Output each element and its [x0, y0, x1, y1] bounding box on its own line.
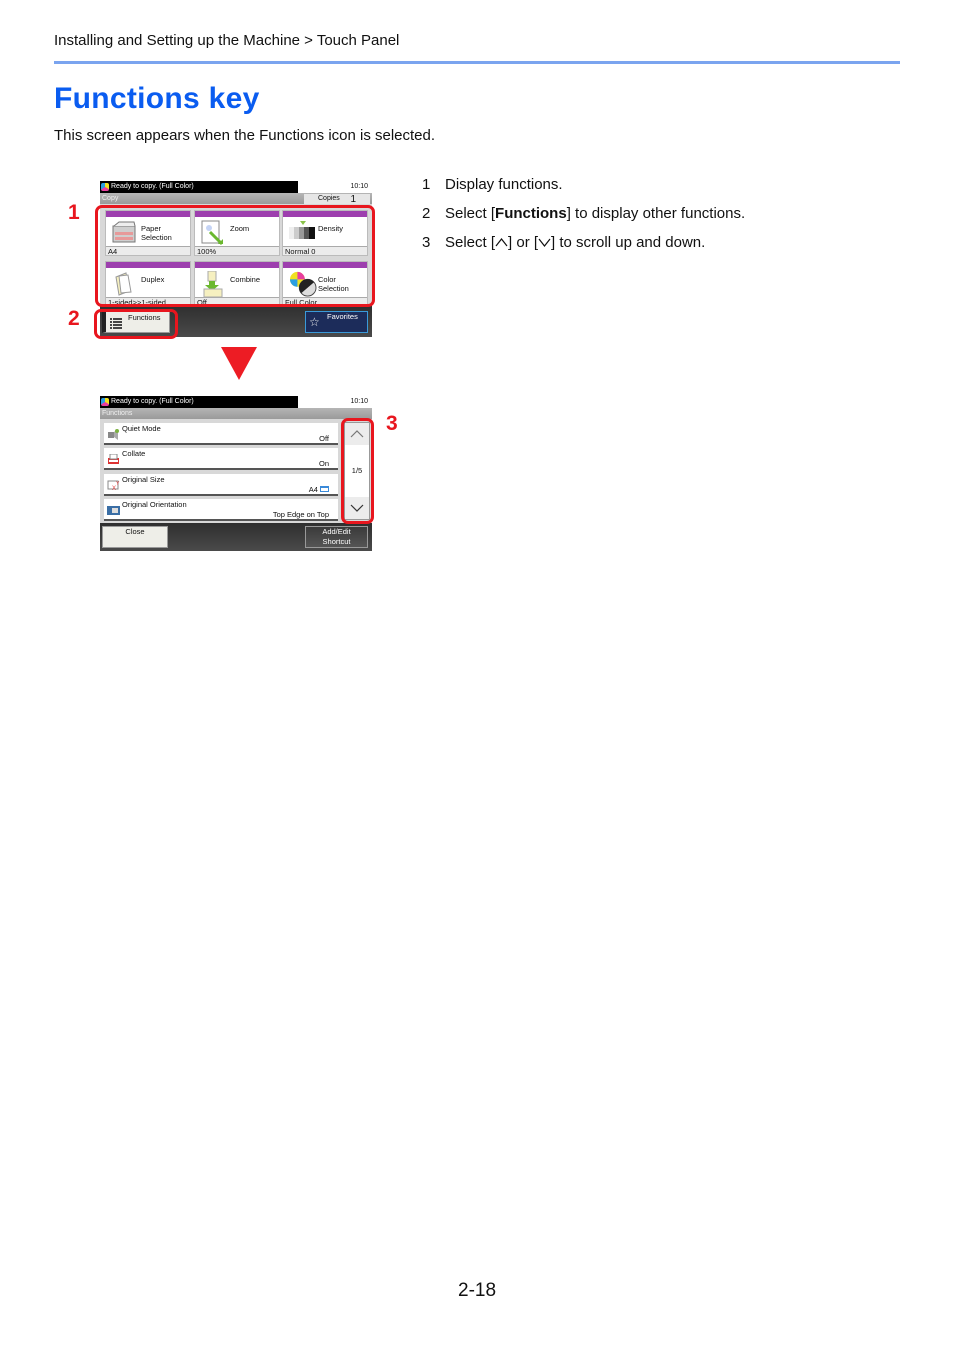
list-item-original-orientation[interactable]: Original Orientation Top Edge on Top	[104, 499, 338, 521]
close-button[interactable]: Close	[102, 526, 168, 548]
status-bar: Ready to copy. (Full Color) 10:10	[100, 181, 372, 193]
screen-title: Copy	[102, 195, 119, 202]
breadcrumb: Installing and Setting up the Machine > …	[54, 32, 400, 49]
chevron-up-icon	[495, 235, 508, 247]
status-message: Ready to copy. (Full Color)	[100, 181, 298, 193]
list-item-collate[interactable]: Collate On	[104, 448, 338, 470]
step-item: 2 Select [Functions] to display other fu…	[422, 205, 745, 234]
step-text: Select [Functions] to display other func…	[445, 205, 746, 222]
functions-keyword: Functions	[495, 205, 567, 222]
quiet-mode-icon	[108, 429, 119, 440]
row-value: A4	[309, 485, 329, 494]
status-message: Ready to copy. (Full Color)	[100, 396, 298, 408]
paper-landscape-icon	[320, 486, 329, 492]
star-icon: ☆	[309, 315, 320, 329]
step-number: 2	[422, 205, 431, 222]
collate-icon	[108, 454, 119, 464]
row-value: Top Edge on Top	[272, 510, 329, 519]
favorites-button[interactable]: ☆ Favorites	[305, 311, 368, 333]
row-value: Off	[319, 434, 329, 443]
page-number: 2-18	[458, 1280, 497, 1301]
status-bar: Ready to copy. (Full Color) 10:10	[100, 396, 372, 408]
favorites-button-label: Favorites	[327, 312, 358, 321]
original-orientation-icon	[107, 506, 120, 515]
step-number: 3	[422, 234, 431, 251]
callout-2: 2	[68, 307, 80, 330]
step-list: 1 Display functions. 2 Select [Functions…	[422, 176, 745, 263]
clock: 10:10	[350, 183, 368, 190]
step-text: Display functions.	[445, 176, 563, 193]
copies-field[interactable]: Copies 1	[304, 194, 370, 205]
functions-screen: Ready to copy. (Full Color) 10:10 Functi…	[100, 396, 372, 551]
arrow-down-icon	[221, 347, 257, 380]
header-rule	[54, 61, 900, 64]
functions-bottom-bar: Close Add/Edit Shortcut	[100, 523, 372, 551]
screen-title-bar: Copy Copies 1	[100, 193, 372, 205]
clock: 10:10	[350, 398, 368, 405]
svg-text:Y: Y	[116, 481, 120, 487]
callout-1: 1	[68, 201, 80, 224]
page-title: Functions key	[54, 82, 260, 115]
color-status-icon	[101, 183, 109, 191]
screen-title: Functions	[102, 410, 133, 417]
intro-text: This screen appears when the Functions i…	[54, 127, 436, 144]
color-status-icon	[101, 398, 109, 406]
chevron-down-icon	[538, 235, 551, 247]
step-text: Select [] or [] to scroll up and down.	[445, 234, 706, 251]
original-size-icon: XY	[107, 480, 120, 491]
highlight-box-3	[341, 418, 374, 524]
step-item: 1 Display functions.	[422, 176, 745, 205]
add-edit-shortcut-button[interactable]: Add/Edit Shortcut	[305, 526, 368, 548]
highlight-box-1	[95, 205, 375, 307]
list-item-quiet-mode[interactable]: Quiet Mode Off	[104, 423, 338, 445]
step-number: 1	[422, 176, 431, 193]
row-value: On	[318, 459, 329, 468]
callout-3: 3	[386, 412, 398, 435]
step-item: 3 Select [] or [] to scroll up and down.	[422, 234, 745, 263]
highlight-box-2	[94, 309, 178, 339]
screen-title-bar: Functions	[100, 408, 372, 419]
list-item-original-size[interactable]: XY Original Size A4	[104, 474, 338, 496]
